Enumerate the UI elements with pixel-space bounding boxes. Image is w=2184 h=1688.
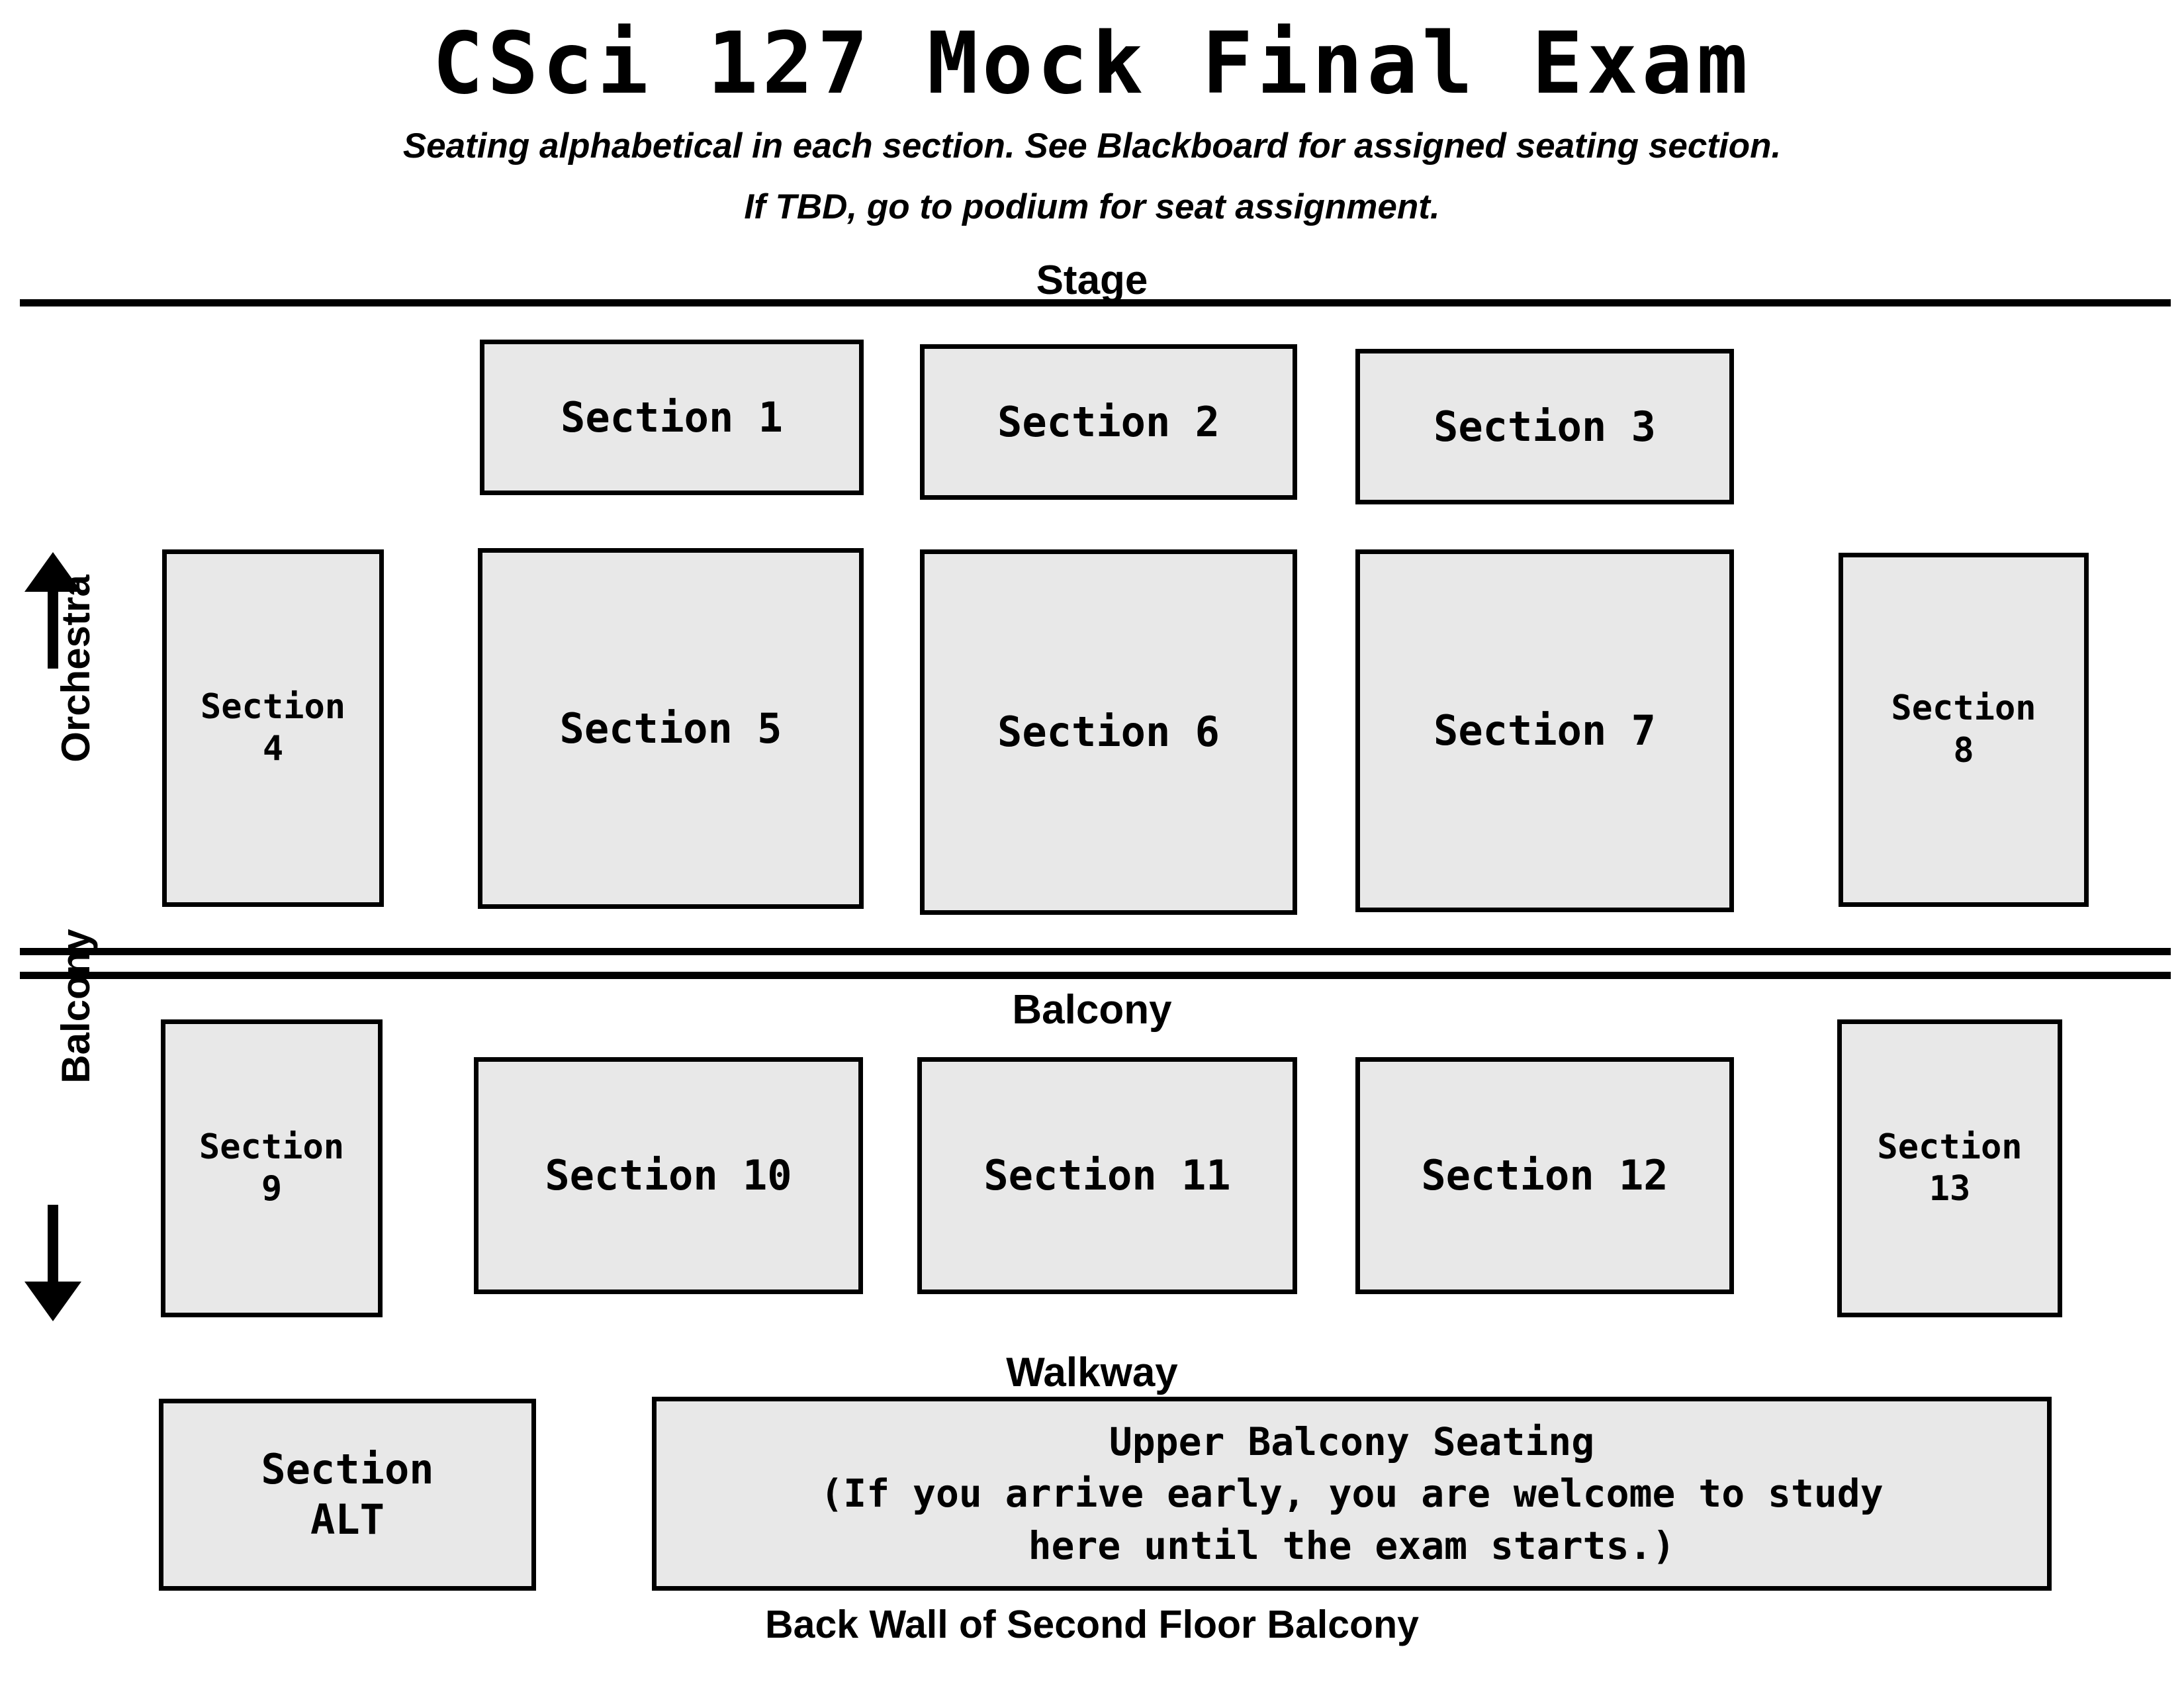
section-label: Section 6 — [997, 708, 1220, 757]
back-wall-label: Back Wall of Second Floor Balcony — [765, 1603, 1419, 1646]
upper-balcony-label: Upper Balcony Seating (If you arrive ear… — [820, 1419, 1884, 1568]
arrow-down-icon — [23, 1205, 83, 1327]
section-label: Section 4 — [200, 686, 346, 769]
section-box-7[interactable]: Section 7 — [1355, 549, 1734, 912]
section-box-8[interactable]: Section 8 — [1839, 553, 2089, 907]
section-label: Section 1 — [561, 393, 783, 442]
section-label: Section 12 — [1421, 1151, 1668, 1200]
section-box-10[interactable]: Section 10 — [474, 1057, 863, 1294]
seating-chart: CSci 127 Mock Final Exam Seating alphabe… — [0, 0, 2184, 1688]
stage-divider-line — [20, 299, 2171, 306]
section-label: Section 2 — [997, 397, 1220, 446]
section-box-6[interactable]: Section 6 — [920, 549, 1297, 915]
section-box-5[interactable]: Section 5 — [478, 548, 864, 909]
section-box-alt[interactable]: Section ALT — [159, 1399, 536, 1591]
section-label: Section 3 — [1433, 402, 1656, 451]
orchestra-side-label-group: Orchestra — [13, 549, 98, 920]
section-box-1[interactable]: Section 1 — [480, 340, 864, 495]
section-label: Section 13 — [1877, 1127, 2023, 1209]
upper-balcony-box[interactable]: Upper Balcony Seating (If you arrive ear… — [652, 1397, 2052, 1591]
orchestra-label: Orchestra — [54, 575, 98, 763]
section-box-11[interactable]: Section 11 — [917, 1057, 1297, 1294]
section-label: Section 9 — [199, 1127, 345, 1209]
section-label: Section 8 — [1891, 688, 2036, 771]
section-label: Section 7 — [1433, 706, 1656, 755]
section-box-2[interactable]: Section 2 — [920, 344, 1297, 500]
walkway-label: Walkway — [1006, 1350, 1178, 1395]
section-box-4[interactable]: Section 4 — [162, 549, 384, 907]
subtitle-line-2: If TBD, go to podium for seat assignment… — [744, 187, 1440, 226]
balcony-side-label-group: Balcony — [13, 929, 98, 1350]
stage-label: Stage — [1036, 258, 1148, 303]
section-label: Section 5 — [559, 704, 782, 753]
orchestra-bottom-divider-line — [20, 948, 2171, 955]
subtitle-line-1: Seating alphabetical in each section. Se… — [402, 126, 1782, 165]
section-box-3[interactable]: Section 3 — [1355, 349, 1734, 504]
section-label: Section 11 — [983, 1151, 1231, 1200]
balcony-top-divider-line — [20, 972, 2171, 979]
section-label: Section 10 — [545, 1151, 792, 1200]
section-box-9[interactable]: Section 9 — [161, 1019, 383, 1317]
section-box-12[interactable]: Section 12 — [1355, 1057, 1734, 1294]
section-box-13[interactable]: Section 13 — [1837, 1019, 2062, 1317]
section-label: Section ALT — [261, 1445, 434, 1544]
page-title: CSci 127 Mock Final Exam — [432, 15, 1752, 113]
